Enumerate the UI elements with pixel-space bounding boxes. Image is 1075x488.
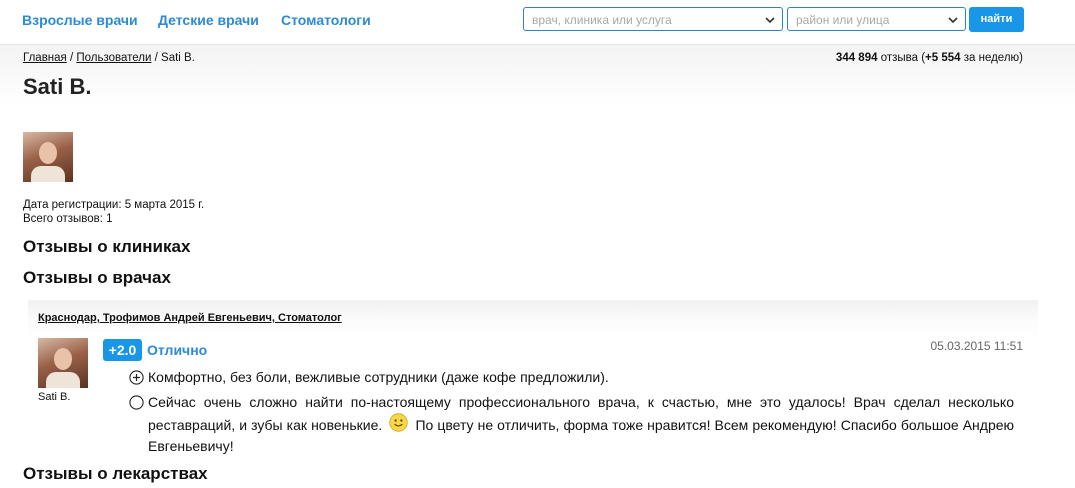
breadcrumb-separator: / <box>66 52 77 64</box>
nav-adult-doctors[interactable]: Взрослые врачи <box>22 12 138 28</box>
reviews-count: Всего отзывов: 1 <box>23 213 113 225</box>
stats-total-label: отзыва ( <box>877 52 926 64</box>
stats-week: +5 554 <box>925 52 961 64</box>
review-score-badge: +2.0 <box>103 339 142 361</box>
search-location-placeholder: район или улица <box>796 13 890 27</box>
section-drug-reviews: Отзывы о лекарствах <box>23 464 208 483</box>
review-date: 05.03.2015 11:51 <box>930 339 1023 353</box>
top-navigation-bar: Взрослые врачи Детские врачи Стоматологи… <box>0 0 1075 45</box>
stats-week-label: за неделю) <box>960 52 1023 64</box>
avatar-face <box>54 348 72 370</box>
search-location-select[interactable]: район или улица <box>787 7 966 31</box>
review-author-name: Sati B. <box>38 391 71 403</box>
search-query-placeholder: врач, клиника или услуга <box>532 13 672 27</box>
search-query-select[interactable]: врач, клиника или услуга <box>523 7 783 31</box>
smiley-icon <box>389 413 409 432</box>
review-stats: 344 894 отзыва (+5 554 за неделю) <box>836 52 1023 64</box>
profile-avatar <box>23 132 73 182</box>
circle-icon <box>129 395 144 410</box>
section-clinic-reviews: Отзывы о клиниках <box>23 237 191 256</box>
registration-date: Дата регистрации: 5 марта 2015 г. <box>23 199 205 211</box>
stats-total: 344 894 <box>835 52 878 64</box>
search-button[interactable]: найти <box>969 7 1024 32</box>
review-doctor-link[interactable]: Краснодар, Трофимов Андрей Евгеньевич, С… <box>38 312 342 324</box>
plus-circle-icon <box>129 370 144 385</box>
review-rating-label: Отлично <box>147 342 208 358</box>
breadcrumb-home[interactable]: Главная <box>23 52 67 64</box>
nav-dentists[interactable]: Стоматологи <box>281 12 371 28</box>
review-comment: Сейчас очень сложно найти по-настоящему … <box>148 392 1014 457</box>
avatar-face <box>39 142 57 164</box>
avatar-shoulders <box>46 372 80 388</box>
section-doctor-reviews: Отзывы о врачах <box>23 268 171 287</box>
nav-child-doctors[interactable]: Детские врачи <box>158 12 259 28</box>
breadcrumb-current: Sati B. <box>161 52 195 64</box>
breadcrumb-users[interactable]: Пользователи <box>76 52 151 64</box>
review-pros: Комфортно, без боли, вежливые сотрудники… <box>148 369 609 385</box>
breadcrumb-separator: / <box>151 52 162 64</box>
review-author-avatar[interactable] <box>38 338 88 388</box>
page-title: Sati B. <box>23 74 92 99</box>
chevron-down-icon <box>765 17 775 24</box>
breadcrumb: Главная / Пользователи / Sati B. <box>23 52 195 64</box>
avatar-shoulders <box>31 166 65 182</box>
chevron-down-icon <box>948 17 958 24</box>
